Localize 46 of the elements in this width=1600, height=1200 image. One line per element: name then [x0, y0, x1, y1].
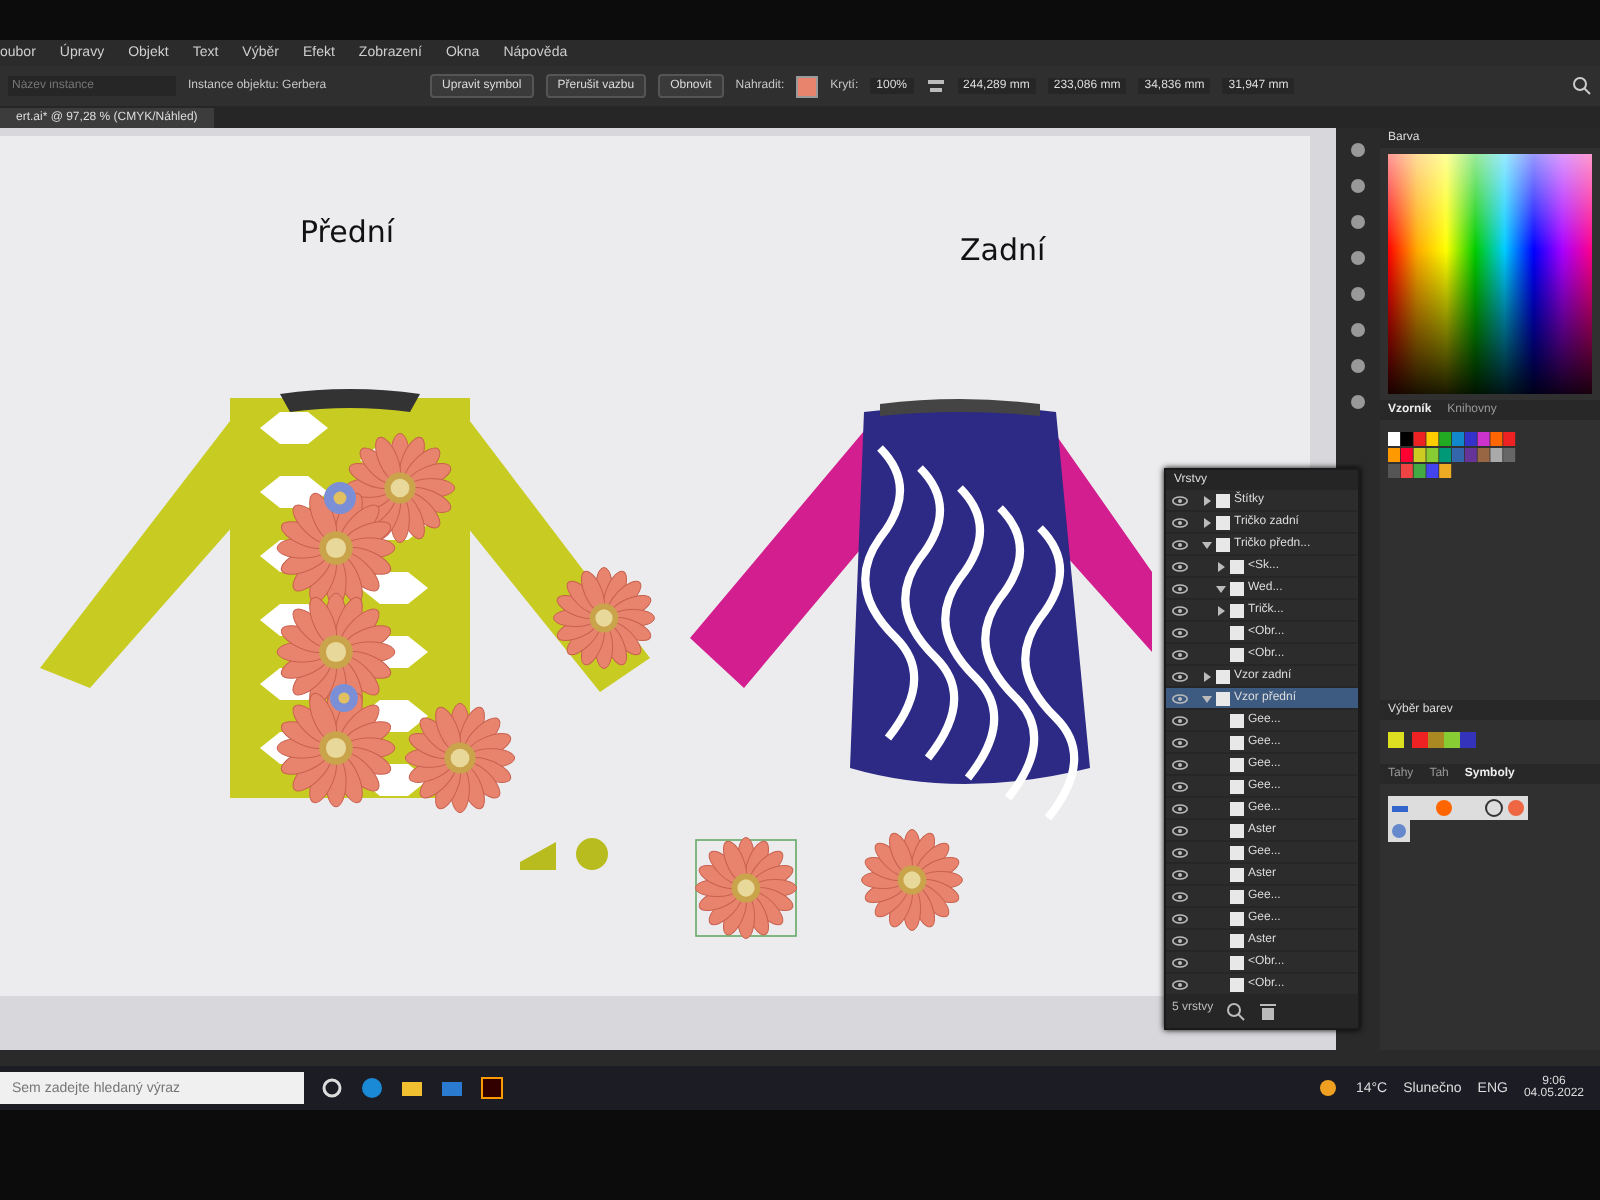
eye-icon[interactable]: [1172, 891, 1188, 901]
disclosure-triangle-icon[interactable]: [1202, 495, 1212, 505]
flower-drawing: [861, 829, 963, 931]
eye-icon[interactable]: [1172, 847, 1188, 857]
eye-icon[interactable]: [1172, 913, 1188, 923]
eye-icon[interactable]: [1172, 803, 1188, 813]
search-icon[interactable]: [1225, 1002, 1246, 1022]
symbol-thumbnails-drawing[interactable]: [1388, 795, 1528, 843]
disclosure-triangle-icon[interactable]: [1202, 539, 1212, 549]
eye-icon[interactable]: [1172, 759, 1188, 769]
eye-icon[interactable]: [1172, 957, 1188, 967]
color-spectrum[interactable]: [1388, 154, 1592, 394]
align-icon[interactable]: [925, 76, 946, 96]
sun-icon: [1315, 1076, 1340, 1100]
eye-icon[interactable]: [1172, 605, 1188, 615]
eye-icon[interactable]: [1172, 671, 1188, 681]
eye-icon[interactable]: [1172, 583, 1188, 593]
folder-icon[interactable]: [400, 1076, 424, 1100]
eye-icon[interactable]: [1172, 935, 1188, 945]
eye-icon[interactable]: [1172, 825, 1188, 835]
circle-icon[interactable]: [320, 1076, 344, 1100]
app-icon[interactable]: [480, 1076, 504, 1100]
disclosure-triangle-icon[interactable]: [1202, 693, 1212, 703]
disclosure-triangle-icon[interactable]: [1202, 517, 1212, 527]
eye-icon[interactable]: [1172, 517, 1188, 527]
disclosure-triangle-icon[interactable]: [1216, 561, 1226, 571]
eye-icon[interactable]: [1172, 561, 1188, 571]
disclosure-triangle-icon[interactable]: [1216, 605, 1226, 615]
artboard-label: Přední: [300, 214, 395, 250]
trash-icon[interactable]: [1257, 1002, 1278, 1022]
eye-icon[interactable]: [1172, 627, 1188, 637]
eye-icon[interactable]: [1172, 649, 1188, 659]
eye-icon[interactable]: [1172, 693, 1188, 703]
artboard-label: Zadní: [960, 232, 1046, 268]
eye-icon[interactable]: [1172, 539, 1188, 549]
eye-icon[interactable]: [1172, 869, 1188, 879]
eye-icon[interactable]: [1172, 979, 1188, 989]
symbol-swatch[interactable]: [796, 75, 819, 97]
search-icon[interactable]: [1572, 76, 1592, 96]
disclosure-triangle-icon[interactable]: [1216, 583, 1226, 593]
eye-icon[interactable]: [1172, 737, 1188, 747]
shape-drawing: [520, 838, 608, 870]
eye-icon[interactable]: [1172, 495, 1188, 505]
eye-icon[interactable]: [1172, 715, 1188, 725]
disclosure-triangle-icon[interactable]: [1202, 671, 1212, 681]
eye-icon[interactable]: [1172, 781, 1188, 791]
